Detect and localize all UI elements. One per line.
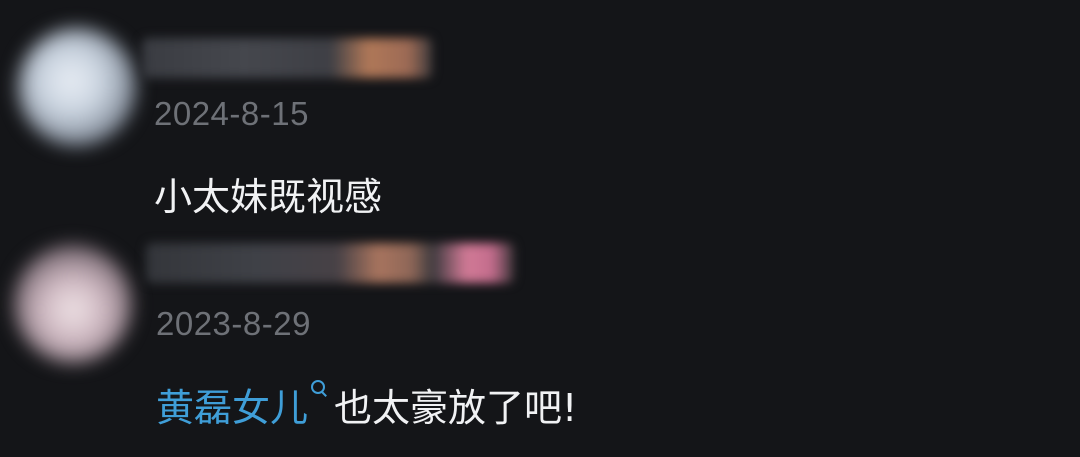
comment-body: 黄磊女儿 也太豪放了吧! xyxy=(156,377,577,432)
comment-date: 2023-8-29 xyxy=(156,305,311,342)
comment-text: 小太妹既视感 xyxy=(154,175,383,219)
comment-item: 2023-8-29 黄磊女儿 也太豪放了吧! xyxy=(0,225,1080,457)
avatar[interactable] xyxy=(14,245,132,363)
username-blurred[interactable] xyxy=(146,243,514,283)
comment-date: 2024-8-15 xyxy=(154,95,309,132)
mention-link[interactable]: 黄磊女儿 xyxy=(156,377,308,432)
comment-text: 也太豪放了吧! xyxy=(334,386,578,430)
comment-item: 2024-8-15 小太妹既视感 xyxy=(0,0,1080,225)
avatar[interactable] xyxy=(18,28,136,146)
search-icon[interactable] xyxy=(310,379,330,403)
comment-list: 2024-8-15 小太妹既视感 2023-8-29 黄磊女儿 也太豪放了吧! xyxy=(0,0,1080,457)
username-blurred[interactable] xyxy=(142,38,432,78)
